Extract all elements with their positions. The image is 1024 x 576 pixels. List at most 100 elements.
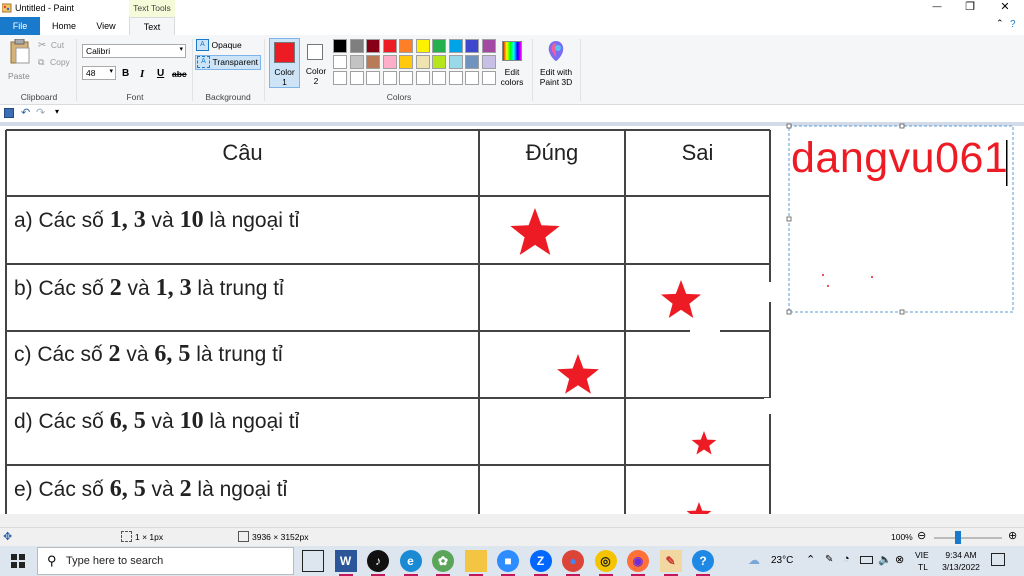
statement-row-b: b) Các số 2 và 1, 3 là trung tỉ xyxy=(14,275,284,301)
palette-color-swatch[interactable] xyxy=(448,55,463,69)
chrome-icon[interactable]: ● xyxy=(562,550,584,576)
palette-color-swatch[interactable] xyxy=(399,39,413,53)
paint-icon[interactable]: ✎ xyxy=(659,550,682,576)
resize-handle[interactable] xyxy=(786,216,792,222)
palette-color-swatch[interactable] xyxy=(333,55,347,69)
palette-empty-slot[interactable] xyxy=(366,71,380,85)
palette-color-swatch[interactable] xyxy=(382,55,397,69)
underline-button[interactable]: U xyxy=(157,68,164,79)
palette-empty-slot[interactable] xyxy=(415,71,430,85)
resize-handle[interactable] xyxy=(899,123,905,129)
palette-empty-slot[interactable] xyxy=(465,71,479,85)
horizontal-scrollbar[interactable] xyxy=(0,514,1024,527)
minimize-button[interactable]: — xyxy=(925,1,949,11)
color2-button[interactable]: Color 2 xyxy=(302,38,330,88)
zoom-out-button[interactable]: ⊖ xyxy=(917,529,926,542)
taskbar-search-box[interactable]: ⚲ Type here to search xyxy=(37,547,294,575)
copy-button[interactable]: ⧉ Copy xyxy=(38,57,70,69)
help-icon[interactable]: ? xyxy=(692,550,714,576)
color1-button[interactable]: Color 1 xyxy=(269,38,300,88)
help-icon[interactable]: ? xyxy=(1010,19,1016,30)
font-size-select[interactable]: 48 ▾ xyxy=(82,66,116,80)
edit-with-paint3d-button[interactable]: Edit with Paint 3D xyxy=(535,39,577,89)
group-divider xyxy=(580,39,581,101)
palette-empty-slot[interactable] xyxy=(399,71,413,85)
tab-file[interactable]: File xyxy=(0,17,40,35)
pen-icon[interactable]: ✎ xyxy=(825,554,833,565)
close-button[interactable]: ✕ xyxy=(993,0,1017,13)
zoom-slider-track[interactable] xyxy=(934,537,1002,539)
italic-button[interactable]: I xyxy=(140,68,144,80)
palette-empty-slot[interactable] xyxy=(382,71,397,85)
zalo-icon[interactable]: Z xyxy=(529,550,552,576)
chevron-down-icon: ▾ xyxy=(179,46,183,53)
palette-color-swatch[interactable] xyxy=(399,55,413,69)
task-view-icon[interactable] xyxy=(302,550,324,572)
weather-icon[interactable]: ☁ xyxy=(748,553,760,567)
palette-color-swatch[interactable] xyxy=(465,55,479,69)
bold-button[interactable]: B xyxy=(122,68,129,79)
palette-empty-slot[interactable] xyxy=(448,71,463,85)
zoom-slider-thumb[interactable] xyxy=(954,531,961,544)
palette-color-swatch[interactable] xyxy=(432,55,446,69)
tiktok-icon[interactable]: ♪ xyxy=(367,550,389,576)
maximize-button[interactable]: ❐ xyxy=(958,0,982,13)
resize-handle[interactable] xyxy=(899,309,905,315)
photos-icon[interactable]: ✿ xyxy=(432,550,454,576)
app-circle-icon[interactable]: ◎ xyxy=(594,550,617,576)
firefox-icon[interactable]: ◉ xyxy=(627,550,649,576)
resize-handle[interactable] xyxy=(786,123,792,129)
tab-text[interactable]: Text xyxy=(129,17,175,35)
palette-color-swatch[interactable] xyxy=(481,55,496,69)
palette-color-swatch[interactable] xyxy=(448,39,463,53)
redo-icon[interactable]: ↷ xyxy=(36,106,45,119)
palette-empty-slot[interactable] xyxy=(481,71,496,85)
palette-color-swatch[interactable] xyxy=(415,55,430,69)
tab-home[interactable]: Home xyxy=(45,17,83,35)
clock-time[interactable]: 9:34 AM xyxy=(940,550,982,560)
palette-empty-slot[interactable] xyxy=(349,71,364,85)
palette-color-swatch[interactable] xyxy=(366,39,380,53)
chevron-up-icon[interactable]: ⌃ xyxy=(806,553,815,566)
customize-qat-icon[interactable]: ▾ xyxy=(55,107,59,116)
palette-empty-slot[interactable] xyxy=(432,71,446,85)
resize-handle[interactable] xyxy=(786,309,792,315)
palette-color-swatch[interactable] xyxy=(366,55,380,69)
clock-date[interactable]: 3/13/2022 xyxy=(937,562,985,572)
edit-colors-button[interactable]: Edit colors xyxy=(497,39,527,89)
paste-button[interactable]: Paste xyxy=(6,39,34,85)
palette-color-swatch[interactable] xyxy=(349,39,364,53)
battery-icon[interactable] xyxy=(860,556,873,564)
save-icon[interactable] xyxy=(4,108,14,118)
palette-color-swatch[interactable] xyxy=(465,39,479,53)
zoom-in-button[interactable]: ⊕ xyxy=(1008,529,1017,542)
notifications-icon[interactable] xyxy=(991,553,1005,566)
close-circle-icon[interactable]: ⊗ xyxy=(895,553,904,566)
zoom-meetings-icon[interactable]: ■ xyxy=(497,550,519,576)
transparent-button[interactable]: A Transparent xyxy=(195,55,261,70)
palette-color-swatch[interactable] xyxy=(481,39,496,53)
palette-color-swatch[interactable] xyxy=(382,39,397,53)
language-primary[interactable]: VIE xyxy=(915,550,929,560)
weather-temp[interactable]: 23°C xyxy=(771,555,793,566)
textbox-content[interactable]: dangvu061 xyxy=(791,134,1008,183)
opaque-button[interactable]: A Opaque xyxy=(196,39,260,53)
edge-icon[interactable]: e xyxy=(399,550,422,576)
strikethrough-button[interactable]: abc xyxy=(172,69,187,79)
undo-icon[interactable]: ↶ xyxy=(21,106,30,119)
palette-color-swatch[interactable] xyxy=(415,39,430,53)
word-icon[interactable]: W xyxy=(334,550,357,576)
palette-color-swatch[interactable] xyxy=(432,39,446,53)
language-secondary[interactable]: TL xyxy=(918,562,928,572)
font-family-select[interactable]: Calibri ▾ xyxy=(82,44,186,58)
tab-view[interactable]: View xyxy=(88,17,124,35)
palette-color-swatch[interactable] xyxy=(349,55,364,69)
palette-empty-slot[interactable] xyxy=(333,71,347,85)
explorer-icon[interactable] xyxy=(464,550,487,576)
palette-color-swatch[interactable] xyxy=(333,39,347,53)
windows-start-icon[interactable] xyxy=(11,554,25,568)
cut-button[interactable]: ✂ Cut xyxy=(38,40,64,52)
volume-icon[interactable]: 🔈 xyxy=(878,553,892,566)
collapse-ribbon-icon[interactable]: ⌃ xyxy=(996,18,1004,29)
network-icon[interactable]: ◔ xyxy=(843,553,850,565)
